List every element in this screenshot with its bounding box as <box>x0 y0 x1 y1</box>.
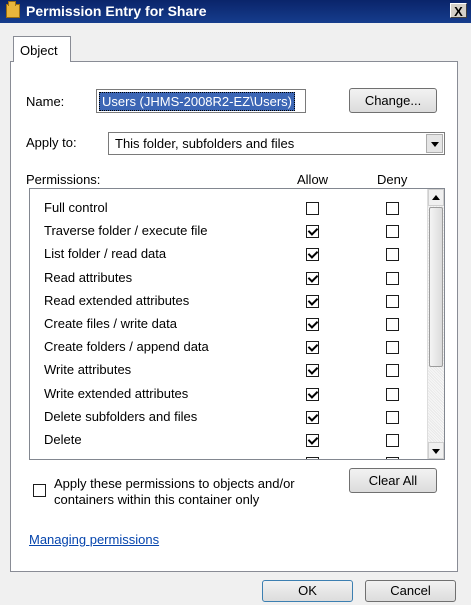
managing-permissions-link[interactable]: Managing permissions <box>29 532 159 547</box>
deny-checkbox[interactable] <box>386 248 399 262</box>
window-title: Permission Entry for Share <box>26 3 207 19</box>
change-button[interactable]: Change... <box>349 88 437 113</box>
name-field[interactable]: Users (JHMS-2008R2-EZ\Users) <box>96 89 306 113</box>
allow-checkbox[interactable] <box>306 202 319 215</box>
apply-to-label: Apply to: <box>26 135 77 150</box>
allow-checkbox[interactable] <box>306 225 319 239</box>
apply-container-checkbox[interactable] <box>33 484 46 497</box>
permission-name: Write extended attributes <box>44 385 189 401</box>
permission-name: Read attributes <box>44 269 133 285</box>
allow-header: Allow <box>297 172 329 187</box>
scroll-thumb[interactable] <box>429 207 443 367</box>
scroll-up-button[interactable] <box>428 189 444 206</box>
permission-row[interactable]: Read attributes <box>30 267 428 290</box>
vertical-scrollbar[interactable] <box>427 189 444 459</box>
deny-checkbox[interactable] <box>386 434 399 447</box>
tab-object[interactable]: Object <box>13 36 71 62</box>
close-button[interactable]: X <box>450 3 467 19</box>
allow-checkbox[interactable] <box>306 364 319 378</box>
name-label: Name: <box>26 94 65 109</box>
permission-name: Write attributes <box>44 362 132 378</box>
apply-to-select[interactable]: This folder, subfolders and files <box>108 132 445 155</box>
permission-row[interactable]: Delete subfolders and files <box>30 406 428 429</box>
deny-checkbox[interactable] <box>386 202 399 215</box>
clear-all-button[interactable]: Clear All <box>349 468 437 493</box>
name-value: Users (JHMS-2008R2-EZ\Users) <box>99 92 295 111</box>
allow-checkbox[interactable] <box>306 434 319 447</box>
chevron-up-icon <box>432 195 440 200</box>
deny-checkbox[interactable] <box>386 457 399 459</box>
permission-name: Full control <box>44 200 108 215</box>
permission-row[interactable] <box>30 452 428 459</box>
deny-checkbox[interactable] <box>386 294 399 308</box>
cancel-button[interactable]: Cancel <box>365 580 456 602</box>
allow-checkbox[interactable] <box>306 248 319 262</box>
deny-checkbox[interactable] <box>386 341 399 355</box>
permission-name: Read extended attributes <box>44 292 190 308</box>
permission-row[interactable]: Create files / write data <box>30 313 428 336</box>
permission-name: List folder / read data <box>44 246 167 262</box>
allow-checkbox[interactable] <box>306 457 319 459</box>
allow-checkbox[interactable] <box>306 294 319 308</box>
dropdown-arrow-button[interactable] <box>426 134 443 153</box>
permission-name: Delete <box>44 432 82 447</box>
permissions-list[interactable]: Delete Delete subfolders and files Write e… <box>29 188 445 460</box>
permission-row[interactable]: Create folders / append data <box>30 336 428 359</box>
permission-row[interactable]: Delete <box>30 429 428 452</box>
permission-row[interactable]: Write attributes <box>30 359 428 382</box>
permission-name: Delete subfolders and files <box>44 408 198 424</box>
deny-checkbox[interactable] <box>386 410 399 424</box>
object-panel: Name: Users (JHMS-2008R2-EZ\Users) Chang… <box>10 61 458 572</box>
allow-checkbox[interactable] <box>306 410 319 424</box>
apply-to-value: This folder, subfolders and files <box>115 136 295 151</box>
chevron-down-icon <box>431 142 439 147</box>
chevron-down-icon <box>432 449 440 454</box>
allow-checkbox[interactable] <box>306 387 319 401</box>
ok-button[interactable]: OK <box>262 580 353 602</box>
folder-icon <box>6 1 20 18</box>
apply-container-label: Apply these permissions to objects and/o… <box>54 476 295 507</box>
permission-row[interactable]: Traverse folder / execute file <box>30 220 428 243</box>
permission-row[interactable]: Read extended attributes <box>30 290 428 313</box>
permission-row[interactable]: List folder / read data <box>30 243 428 266</box>
permissions-label: Permissions: <box>26 172 101 187</box>
allow-checkbox[interactable] <box>306 271 319 285</box>
permission-row[interactable]: Write extended attributes <box>30 383 428 406</box>
allow-checkbox[interactable] <box>306 318 319 331</box>
deny-checkbox[interactable] <box>386 225 399 239</box>
deny-checkbox[interactable] <box>386 271 399 285</box>
permission-name: Create folders / append data <box>44 339 209 355</box>
permission-name: Create files / write data <box>44 316 177 331</box>
allow-checkbox[interactable] <box>306 341 319 355</box>
permission-name: Traverse folder / execute file <box>44 223 208 239</box>
scroll-down-button[interactable] <box>428 442 444 459</box>
deny-checkbox[interactable] <box>386 364 399 378</box>
title-bar: Permission Entry for Share X <box>0 0 471 23</box>
deny-checkbox[interactable] <box>386 318 399 331</box>
deny-header: Deny <box>377 172 408 187</box>
permission-row[interactable]: Full control <box>30 197 428 220</box>
deny-checkbox[interactable] <box>386 387 399 401</box>
